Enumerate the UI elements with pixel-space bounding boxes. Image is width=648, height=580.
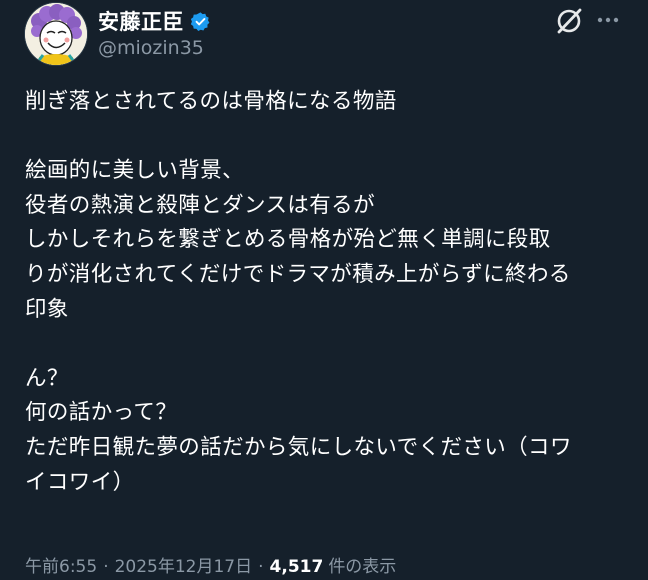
user-handle[interactable]: @miozin35 — [98, 37, 204, 59]
tweet-date[interactable]: 2025年12月17日 — [115, 552, 253, 577]
more-options-icon[interactable] — [596, 8, 620, 32]
tweet-header: 安藤正臣 @miozin35 — [0, 0, 648, 70]
grok-icon[interactable] — [554, 6, 584, 36]
tweet-time[interactable]: 午前6:55 — [25, 552, 97, 577]
display-name[interactable]: 安藤正臣 — [98, 6, 184, 36]
view-label: 件の表示 — [328, 557, 397, 577]
name-row: 安藤正臣 — [98, 6, 211, 36]
tweet-metadata: 午前6:55 · 2025年12月17日 · 4,517 件の表示 — [25, 552, 396, 580]
meta-separator: · — [258, 557, 264, 577]
meta-separator: · — [103, 557, 109, 577]
avatar-illustration — [25, 3, 87, 65]
verified-badge-icon — [190, 11, 210, 31]
tweet-text: 削ぎ落とされてるのは骨格になる物語 絵画的に美しい背景、 役者の熱演と殺陣とダン… — [25, 89, 572, 495]
avatar[interactable] — [25, 3, 87, 65]
view-count: 4,517 — [269, 557, 324, 577]
